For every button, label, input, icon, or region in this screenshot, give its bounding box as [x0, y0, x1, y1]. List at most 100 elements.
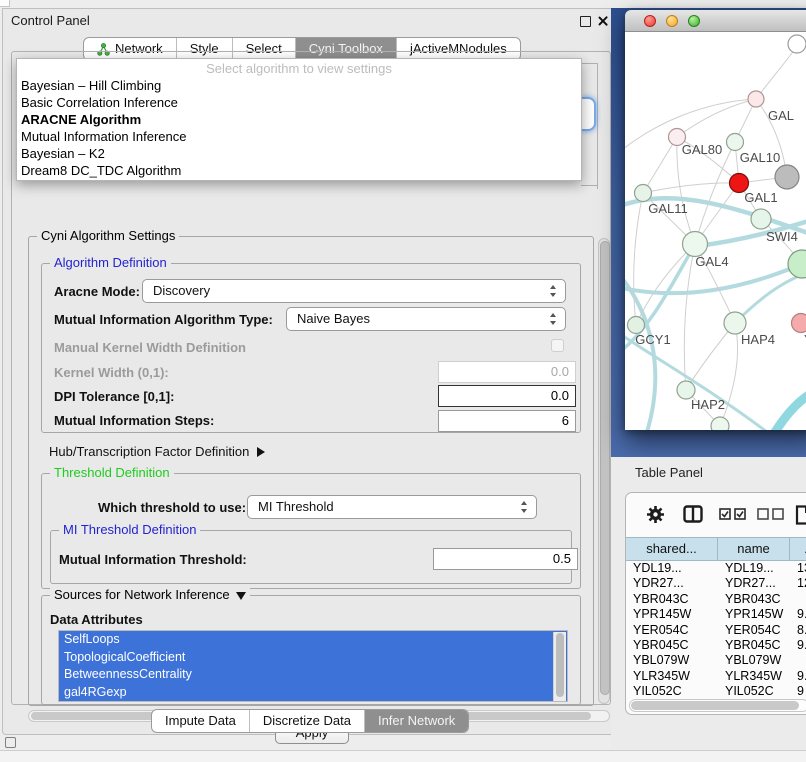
- table-cell: YER054C: [718, 623, 790, 638]
- attribute-item-betweennesscentrality[interactable]: BetweennessCentrality: [59, 666, 567, 684]
- table-cell: YPR145W: [718, 607, 790, 622]
- aracne-mode-combo[interactable]: Discovery: [142, 279, 566, 303]
- network-node-y[interactable]: [792, 314, 806, 333]
- network-node[interactable]: [788, 250, 806, 278]
- table-cell: 12: [790, 576, 806, 591]
- list-scrollbar[interactable]: [553, 632, 566, 702]
- bottom-tab-infer-network[interactable]: Infer Network: [364, 710, 468, 732]
- attribute-item-selfloops[interactable]: SelfLoops: [59, 631, 567, 649]
- spinner-arrows-icon: [550, 313, 557, 325]
- network-node-gal4[interactable]: [683, 232, 708, 257]
- bottom-tab-discretize-data[interactable]: Discretize Data: [249, 710, 364, 732]
- hidden-combo-fragment[interactable]: [581, 97, 596, 131]
- screen: Control Panel NetworkStyleSelectCyni Too…: [0, 0, 806, 762]
- table-cell: YDL19...: [718, 561, 790, 576]
- close-icon[interactable]: [597, 15, 609, 27]
- unchecked-pair-icon[interactable]: [757, 508, 785, 520]
- manual-kernel-checkbox: [551, 339, 564, 352]
- mi-threshold-input[interactable]: 0.5: [433, 548, 578, 570]
- table-row[interactable]: YBR043CYBR043C: [626, 592, 806, 607]
- minimize-traffic-light[interactable]: [666, 15, 678, 27]
- table-row[interactable]: YBR045CYBR045C9.: [626, 638, 806, 653]
- algorithm-definition-label: Algorithm Definition: [50, 255, 171, 270]
- column-header-name[interactable]: name: [718, 538, 790, 560]
- mi-steps-input[interactable]: 6: [438, 410, 576, 432]
- algorithm-definition-group: Algorithm Definition Aracne Mode: Discov…: [41, 263, 581, 433]
- table-cell: [790, 653, 806, 668]
- hub-definition-label: Hub/Transcription Factor Definition: [49, 444, 249, 459]
- tab-label: Impute Data: [165, 710, 236, 732]
- spinner-arrows-icon: [550, 285, 557, 297]
- network-node-gal10[interactable]: [727, 134, 744, 151]
- settings-vertical-scrollbar[interactable]: [598, 238, 610, 704]
- kernel-width-input: 0.0: [438, 361, 576, 383]
- network-node-label: HAP2: [691, 397, 725, 412]
- spinner-arrows-icon: [521, 501, 528, 513]
- network-node-label: GCY1: [635, 332, 670, 347]
- checked-pair-icon[interactable]: [719, 508, 747, 520]
- table-cell: YBL079W: [626, 653, 718, 668]
- table-cell: [790, 592, 806, 607]
- data-attributes-label: Data Attributes: [50, 612, 143, 627]
- mi-steps-label: Mutual Information Steps:: [54, 413, 214, 428]
- hidden-groupbox-border: [581, 185, 597, 186]
- dpi-tolerance-input[interactable]: 0.0: [438, 385, 576, 407]
- table-cell: YDL19...: [626, 561, 718, 576]
- table-row[interactable]: YBL079WYBL079W: [626, 653, 806, 668]
- column-header-shared[interactable]: shared...: [626, 538, 718, 560]
- table-row[interactable]: YDL19...YDL19...13: [626, 561, 806, 576]
- table-horizontal-scrollbar[interactable]: [629, 699, 806, 712]
- table-row[interactable]: YDR27...YDR27...12: [626, 576, 806, 591]
- network-node[interactable]: [711, 417, 729, 430]
- float-window-icon[interactable]: [580, 16, 591, 27]
- network-node-gal[interactable]: [748, 91, 764, 107]
- bottom-status-strip: [0, 750, 806, 762]
- network-canvas[interactable]: GALGAL80GAL10GAL1GAL11SWI4GAL4GCY1HAP4YH…: [625, 32, 806, 430]
- column-header-a[interactable]: A: [790, 538, 806, 560]
- network-node[interactable]: [775, 165, 799, 189]
- table-cell: YBL079W: [718, 653, 790, 668]
- network-window-titlebar[interactable]: [625, 10, 806, 32]
- table-row[interactable]: YLR345WYLR345W9.: [626, 669, 806, 684]
- split-columns-icon[interactable]: [683, 505, 703, 523]
- table-row[interactable]: YIL052CYIL052C9: [626, 684, 806, 699]
- hub-definition-toggle[interactable]: Hub/Transcription Factor Definition: [49, 443, 265, 463]
- gear-icon[interactable]: [646, 505, 665, 524]
- network-node-label: GAL10: [740, 150, 780, 165]
- algorithm-option-dream8-dc-tdc-algorithm[interactable]: Dream8 DC_TDC Algorithm: [17, 162, 581, 179]
- table-row[interactable]: YER054CYER054C8.: [626, 623, 806, 638]
- algorithm-option-bayesian-hill-climbing[interactable]: Bayesian – Hill Climbing: [17, 77, 581, 94]
- network-node[interactable]: [788, 35, 806, 53]
- which-threshold-combo[interactable]: MI Threshold: [247, 495, 537, 519]
- network-node-gal11[interactable]: [635, 185, 652, 202]
- control-panel-title: Control Panel: [11, 9, 90, 33]
- collapsed-arrow-icon: [257, 447, 265, 457]
- attribute-item-gal4rgexp[interactable]: gal4RGexp: [59, 684, 567, 702]
- algorithm-option-bayesian-k2[interactable]: Bayesian – K2: [17, 145, 581, 162]
- document-icon[interactable]: [795, 505, 806, 525]
- data-attributes-list[interactable]: SelfLoopsTopologicalCoefficientBetweenne…: [58, 630, 568, 702]
- table-cell: YBR045C: [718, 638, 790, 653]
- table-row[interactable]: YPR145WYPR145W9.: [626, 607, 806, 622]
- restore-panel-icon[interactable]: [5, 737, 16, 748]
- mi-threshold-label: Mutual Information Threshold:: [59, 552, 247, 567]
- attribute-item-topologicalcoefficient[interactable]: TopologicalCoefficient: [59, 649, 567, 667]
- which-threshold-label: Which threshold to use:: [98, 500, 246, 515]
- table-cell: YPR145W: [626, 607, 718, 622]
- algorithm-option-mutual-information-inference[interactable]: Mutual Information Inference: [17, 128, 581, 145]
- network-node-hap4[interactable]: [724, 312, 746, 334]
- table-cell: 13: [790, 561, 806, 576]
- sources-group-label[interactable]: Sources for Network Inference: [50, 587, 250, 602]
- network-node-gcy1[interactable]: [628, 317, 645, 334]
- close-traffic-light[interactable]: [644, 15, 656, 27]
- network-node-swi4[interactable]: [751, 209, 771, 229]
- table-cell: YLR345W: [718, 669, 790, 684]
- algorithm-option-aracne-algorithm[interactable]: ARACNE Algorithm: [17, 111, 581, 128]
- aracne-mode-value: Discovery: [153, 283, 210, 298]
- bottom-tab-impute-data[interactable]: Impute Data: [152, 710, 249, 732]
- algorithm-option-basic-correlation-inference[interactable]: Basic Correlation Inference: [17, 94, 581, 111]
- zoom-traffic-light[interactable]: [688, 15, 700, 27]
- table-cell: 9.: [790, 669, 806, 684]
- network-node-label: GAL11: [648, 201, 688, 216]
- mi-type-combo[interactable]: Naive Bayes: [286, 307, 566, 331]
